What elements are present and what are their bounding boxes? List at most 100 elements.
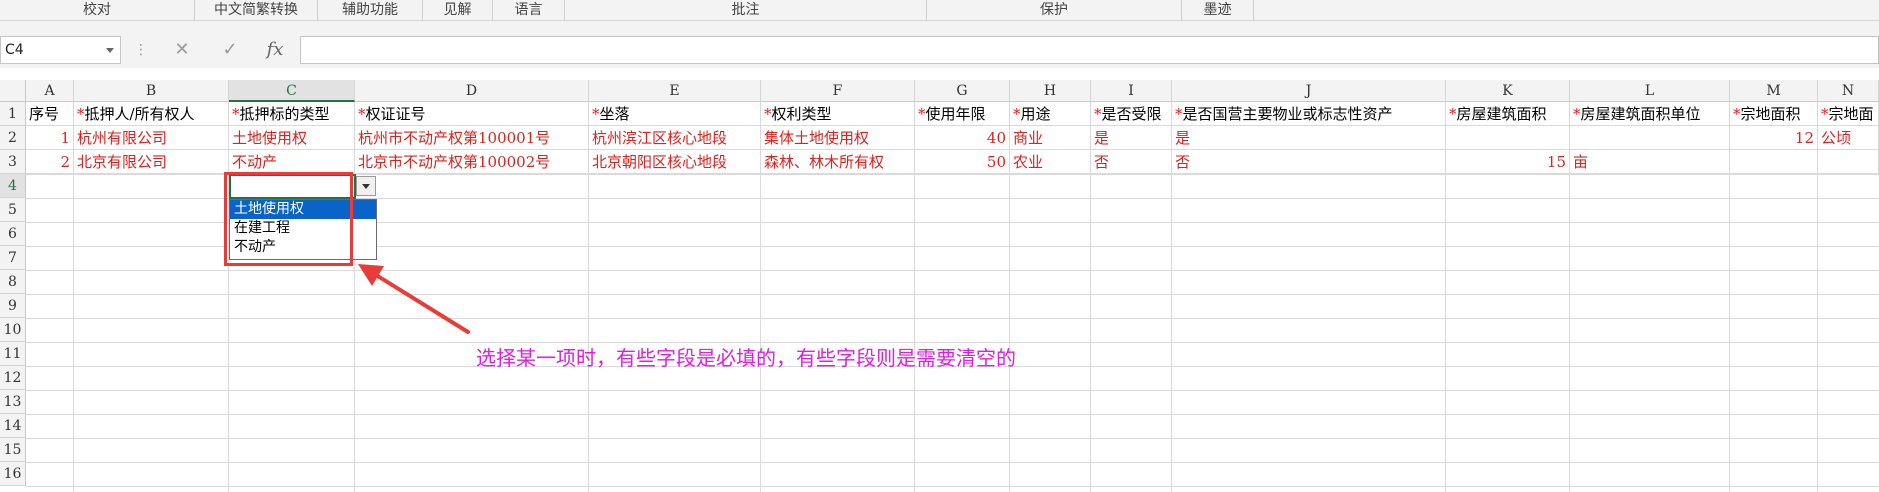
required-mark: *	[1449, 105, 1457, 123]
table-cell[interactable]	[1818, 150, 1879, 174]
chevron-down-icon[interactable]	[106, 48, 114, 53]
column-header-d[interactable]: D	[355, 80, 589, 102]
header-cell-right-type[interactable]: *权利类型	[761, 102, 915, 126]
required-mark: *	[77, 105, 85, 123]
required-mark: *	[1573, 105, 1581, 123]
row-header-5[interactable]: 5	[0, 198, 26, 222]
column-header-e[interactable]: E	[589, 80, 761, 102]
header-cell-location[interactable]: *坐落	[589, 102, 761, 126]
table-cell[interactable]: 15	[1446, 150, 1570, 174]
row-header-10[interactable]: 10	[0, 318, 26, 342]
ribbon-group-comments[interactable]: 批注	[565, 0, 927, 20]
required-mark: *	[918, 105, 926, 123]
row-header-14[interactable]: 14	[0, 414, 26, 438]
table-cell[interactable]: 集体土地使用权	[761, 126, 915, 150]
row-header-9[interactable]: 9	[0, 294, 26, 318]
cancel-icon[interactable]: ✕	[167, 36, 197, 64]
column-header-l[interactable]: L	[1570, 80, 1730, 102]
table-cell[interactable]	[1570, 126, 1730, 150]
header-cell-seq[interactable]: 序号	[26, 102, 74, 126]
header-cell-building-area-unit[interactable]: *房屋建筑面积单位	[1570, 102, 1730, 126]
insert-function-icon[interactable]: fx	[260, 36, 290, 64]
header-cell-land-area-unit[interactable]: *宗地面	[1818, 102, 1879, 126]
column-header-f[interactable]: F	[761, 80, 915, 102]
column-header-k[interactable]: K	[1446, 80, 1570, 102]
header-cell-land-area[interactable]: *宗地面积	[1730, 102, 1818, 126]
row-header-8[interactable]: 8	[0, 270, 26, 294]
spreadsheet-grid[interactable]: A B C D E F G H I J K L M N 1 2 3 4 5 6 …	[0, 80, 1879, 492]
row-header-2[interactable]: 2	[0, 126, 26, 150]
ribbon-group-language[interactable]: 语言	[493, 0, 565, 20]
column-header-h[interactable]: H	[1010, 80, 1091, 102]
enter-icon[interactable]: ✓	[215, 36, 245, 64]
header-cell-building-area[interactable]: *房屋建筑面积	[1446, 102, 1570, 126]
header-cell-term[interactable]: *使用年限	[915, 102, 1010, 126]
table-cell[interactable]: 杭州有限公司	[74, 126, 229, 150]
header-label: 抵押人/所有权人	[84, 105, 195, 123]
ribbon-group-ink[interactable]: 墨迹	[1182, 0, 1254, 20]
table-cell[interactable]: 杭州市不动产权第100001号	[355, 126, 589, 150]
row-header-15[interactable]: 15	[0, 438, 26, 462]
row-header-6[interactable]: 6	[0, 222, 26, 246]
table-cell[interactable]: 农业	[1010, 150, 1091, 174]
header-label: 坐落	[599, 105, 630, 123]
table-cell[interactable]: 2	[26, 150, 74, 174]
row-header-1[interactable]: 1	[0, 102, 26, 126]
row-header-11[interactable]: 11	[0, 342, 26, 366]
header-cell-collateral-type[interactable]: *抵押标的类型	[229, 102, 355, 126]
row-header-4[interactable]: 4	[0, 174, 26, 198]
table-cell[interactable]: 是	[1091, 126, 1172, 150]
table-cell[interactable]	[1730, 150, 1818, 174]
ribbon-group-protect[interactable]: 保护	[927, 0, 1182, 20]
row-header-13[interactable]: 13	[0, 390, 26, 414]
table-cell[interactable]: 1	[26, 126, 74, 150]
column-header-g[interactable]: G	[915, 80, 1010, 102]
row-header-12[interactable]: 12	[0, 366, 26, 390]
table-cell[interactable]: 北京朝阳区核心地段	[589, 150, 761, 174]
table-cell[interactable]: 50	[915, 150, 1010, 174]
table-cell[interactable]: 否	[1091, 150, 1172, 174]
header-label: 房屋建筑面积	[1456, 105, 1547, 123]
column-header-j[interactable]: J	[1172, 80, 1446, 102]
column-header-c[interactable]: C	[229, 80, 355, 102]
row-header-7[interactable]: 7	[0, 246, 26, 270]
required-mark: *	[592, 105, 600, 123]
row-header-3[interactable]: 3	[0, 150, 26, 174]
select-all-corner[interactable]	[0, 80, 26, 102]
header-cell-certificate-no[interactable]: *权证证号	[355, 102, 589, 126]
formula-input[interactable]	[300, 36, 1879, 64]
header-cell-state-owned[interactable]: *是否国营主要物业或标志性资产	[1172, 102, 1446, 126]
name-box[interactable]: C4	[0, 36, 121, 64]
column-header-a[interactable]: A	[26, 80, 74, 102]
table-cell[interactable]: 北京市不动产权第100002号	[355, 150, 589, 174]
table-cell[interactable]: 是	[1172, 126, 1446, 150]
table-cell[interactable]: 40	[915, 126, 1010, 150]
name-box-value: C4	[5, 42, 24, 58]
table-cell[interactable]: 森林、林木所有权	[761, 150, 915, 174]
column-header-n[interactable]: N	[1818, 80, 1879, 102]
table-cell[interactable]: 北京有限公司	[74, 150, 229, 174]
column-header-i[interactable]: I	[1091, 80, 1172, 102]
table-cell[interactable]: 公顷	[1818, 126, 1879, 150]
header-cell-usage[interactable]: *用途	[1010, 102, 1091, 126]
ribbon-group-proofing[interactable]: 校对	[0, 0, 195, 20]
table-cell[interactable]: 商业	[1010, 126, 1091, 150]
table-cell[interactable]: 12	[1730, 126, 1818, 150]
ribbon-group-chinese-conversion[interactable]: 中文简繁转换	[195, 0, 318, 20]
dropdown-toggle-button[interactable]	[356, 176, 376, 196]
row-header-16[interactable]: 16	[0, 462, 26, 486]
table-cell[interactable]: 土地使用权	[229, 126, 355, 150]
required-mark: *	[1013, 105, 1021, 123]
table-cell[interactable]: 否	[1172, 150, 1446, 174]
ribbon-group-insights[interactable]: 见解	[423, 0, 493, 20]
table-cell[interactable]: 杭州滨江区核心地段	[589, 126, 761, 150]
header-cell-restricted[interactable]: *是否受限	[1091, 102, 1172, 126]
header-label: 使用年限	[925, 105, 986, 123]
table-cell[interactable]: 亩	[1570, 150, 1730, 174]
table-cell[interactable]	[1446, 126, 1570, 150]
column-header-b[interactable]: B	[74, 80, 229, 102]
column-header-m[interactable]: M	[1730, 80, 1818, 102]
ribbon-group-accessibility[interactable]: 辅助功能	[318, 0, 423, 20]
header-cell-mortgagor[interactable]: *抵押人/所有权人	[74, 102, 229, 126]
table-cell[interactable]: 不动产	[229, 150, 355, 174]
